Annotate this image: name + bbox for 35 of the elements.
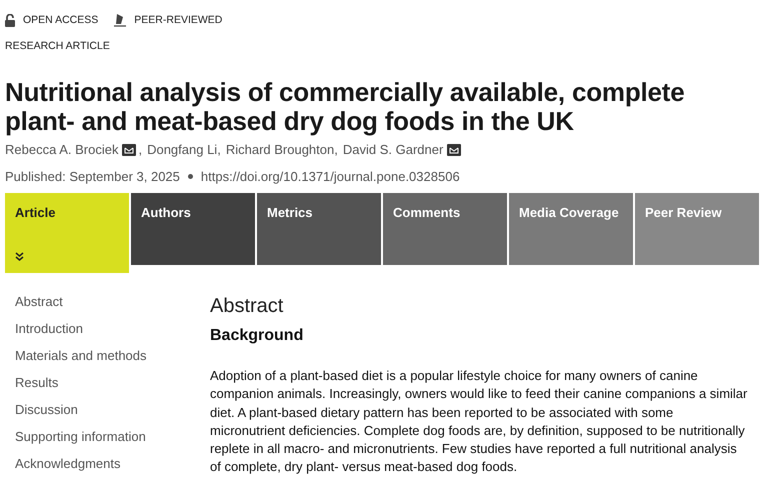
section-heading: Abstract <box>210 294 284 319</box>
badge-label: OPEN ACCESS <box>23 14 98 26</box>
sidebar-item[interactable]: Introduction <box>15 320 210 337</box>
lock-icon <box>5 14 15 26</box>
mail-icon[interactable] <box>122 144 136 156</box>
author-name[interactable]: Richard Broughton <box>226 142 334 157</box>
doi-link[interactable]: https://doi.org/10.1371/journal.pone.0328506 <box>200 169 460 184</box>
article-type: RESEARCH ARTICLE <box>5 40 111 52</box>
article-title: Nutritional analysis of commercially available, complete plant- and meat-based dry dog foods in the UK <box>5 78 686 136</box>
author-name[interactable]: Rebecca A. Brociek <box>5 142 118 157</box>
publish-date: Published: September 3, 2025 <box>5 169 180 184</box>
sidebar-item[interactable]: Abstract <box>15 293 210 310</box>
author-name[interactable]: David S. Gardner <box>342 142 444 157</box>
abstract-paragraph: Adoption of a plant-based diet is a popular lifestyle choice for many owners of canine companion animals. Increasingly, owners would like to feed their canine companions a similar diet. A plant-based dietary pattern has been reported to be associated with some micronutrient deficiencies. Complete dog foods are, by definition, supposed to be nutritionally replete in all macro- and micronutrients. Few studies have reported a full nutritional analysis of complete, dry plant- versus meat-based dog foods. <box>210 367 748 476</box>
tab[interactable]: Article <box>5 193 129 273</box>
author-name[interactable]: Dongfang Li <box>147 142 218 157</box>
sidebar-item[interactable]: Supporting information <box>15 428 210 445</box>
sidebar-item[interactable]: Acknowledgments <box>15 455 210 472</box>
tab[interactable]: Authors <box>131 193 255 265</box>
double-chevron-icon <box>15 252 24 261</box>
tab[interactable]: Peer Review <box>635 193 759 265</box>
sidebar-item[interactable]: Materials and methods <box>15 347 210 364</box>
mail-icon[interactable] <box>447 144 462 156</box>
subsection-heading: Background <box>210 327 304 345</box>
tab[interactable]: Comments <box>383 193 507 265</box>
comma: , <box>138 142 142 157</box>
tab[interactable]: Metrics <box>257 193 381 265</box>
sidebar-item[interactable]: Discussion <box>15 401 210 418</box>
bullet-icon <box>188 174 193 179</box>
badge-label: PEER-REVIEWED <box>134 14 222 26</box>
comma: , <box>217 142 221 157</box>
pen-icon <box>114 13 126 27</box>
sidebar-item[interactable]: Results <box>15 374 210 391</box>
comma: , <box>334 142 338 157</box>
tab[interactable]: Media Coverage <box>509 193 633 265</box>
